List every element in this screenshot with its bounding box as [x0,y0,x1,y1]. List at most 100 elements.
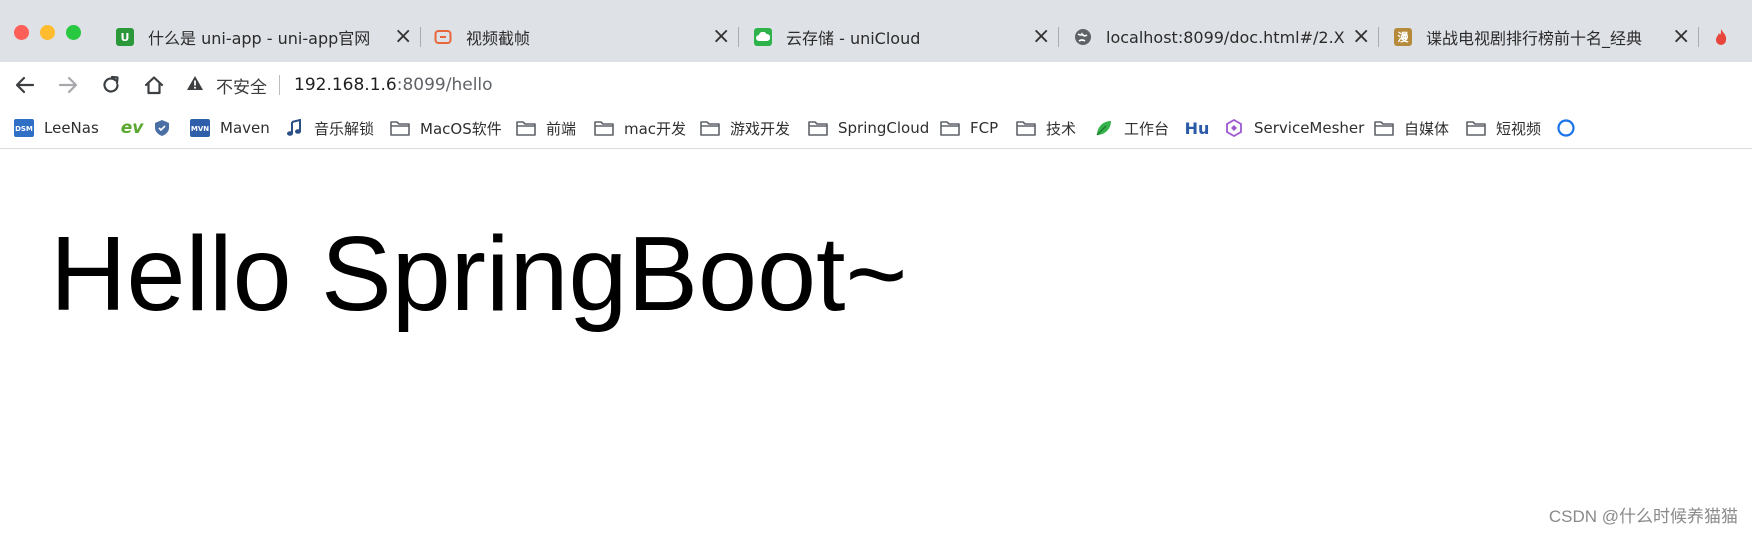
tab-title: 视频截帧 [466,29,531,48]
tab-title: 什么是 uni-app - uni-app官网 [148,29,371,48]
tab-drama-ranking[interactable]: 漫 谍战电视剧排行榜前十名_经典 × [1394,20,1690,54]
back-button[interactable] [11,71,39,99]
globe-icon [1074,28,1092,46]
close-icon[interactable]: × [1352,26,1370,48]
svg-text:MVN: MVN [191,125,209,133]
folder-icon [1374,119,1394,137]
address-bar[interactable]: 不安全 192.168.1.6:8099/hello [186,68,1746,102]
tab-separator [1698,27,1699,47]
leaf-icon [1094,119,1114,137]
tab-unicloud[interactable]: 云存储 - uniCloud × [754,20,1050,54]
close-icon[interactable]: × [1032,26,1050,48]
page-content: Hello SpringBoot~ CSDN @什么时候养猫猫 [0,149,1752,535]
browser-toolbar: 不安全 192.168.1.6:8099/hello [0,62,1752,108]
bookmark-label: Maven [220,119,270,137]
close-icon[interactable]: × [712,26,730,48]
tab-separator [420,27,421,47]
bookmarks-bar: DSM LeeNas ev MVN Maven 音乐解锁 MacOS软件 前端 … [0,108,1752,149]
bookmark-label: LeeNas [44,119,99,137]
omnibox-divider [279,75,280,95]
tab-partial[interactable] [1712,20,1752,54]
bookmark-hu[interactable]: Hu [1184,117,1220,139]
bookmark-label: 工作台 [1124,119,1170,138]
bookmark-mac-dev[interactable]: mac开发 [594,117,686,139]
url-path: :8099/hello [396,75,493,95]
tab-strip: U 什么是 uni-app - uni-app官网 × 视频截帧 × 云存储 -… [0,0,1752,62]
arrow-right-icon [58,76,78,94]
tab-separator [1378,27,1379,47]
folder-icon [940,119,960,137]
csdn-watermark: CSDN @什么时候养猫猫 [1548,507,1738,526]
bookmark-servicemesher[interactable]: ServiceMesher [1224,117,1364,139]
bookmark-workbench[interactable]: 工作台 [1094,117,1169,139]
shield-icon [152,119,172,137]
bookmark-label: 音乐解锁 [314,119,375,138]
bookmark-label: FCP [970,119,999,137]
uni-app-icon: U [116,28,134,46]
zoom-window-button[interactable] [66,25,81,40]
forward-button[interactable] [54,71,82,99]
close-icon[interactable]: × [394,26,412,48]
music-note-icon [284,119,304,137]
dsm-icon: DSM [14,119,34,137]
tab-separator [1058,27,1059,47]
minimize-window-button[interactable] [40,25,55,40]
bookmark-label: 短视频 [1496,119,1542,138]
bookmark-label: 前端 [546,119,577,138]
warning-icon[interactable] [186,75,204,96]
flame-icon [1712,28,1730,46]
bookmark-ev[interactable]: ev [120,117,152,139]
bookmark-fcp[interactable]: FCP [940,117,998,139]
hexagon-icon [1224,119,1244,137]
home-icon [144,76,164,95]
partial-circle-icon [1556,119,1576,137]
reload-icon [103,75,119,93]
bookmark-macos-software[interactable]: MacOS软件 [390,117,502,139]
close-window-button[interactable] [14,25,29,40]
bookmark-label: SpringCloud [838,119,930,137]
tab-video-frame[interactable]: 视频截帧 × [434,20,730,54]
folder-icon [594,119,614,137]
bookmark-partial[interactable] [1556,117,1586,139]
tab-separator [738,27,739,47]
unicloud-icon [754,28,772,46]
folder-icon [700,119,720,137]
bookmark-music-unlock[interactable]: 音乐解锁 [284,117,374,139]
folder-icon [390,119,410,137]
bookmark-label: mac开发 [624,119,687,138]
ev-icon: ev [120,118,144,138]
bookmark-self-media[interactable]: 自媒体 [1374,117,1449,139]
bookmark-frontend[interactable]: 前端 [516,117,576,139]
close-icon[interactable]: × [1672,26,1690,48]
bookmark-maven[interactable]: MVN Maven [190,117,270,139]
tab-localhost-doc[interactable]: localhost:8099/doc.html#/2.X × [1074,20,1370,54]
home-button[interactable] [140,71,168,99]
bookmark-tech[interactable]: 技术 [1016,117,1076,139]
arrow-left-icon [15,76,35,94]
hu-icon: Hu [1184,118,1210,138]
tab-uni-app[interactable]: U 什么是 uni-app - uni-app官网 × [116,20,412,54]
svg-text:DSM: DSM [15,125,33,133]
security-status-label[interactable]: 不安全 [216,73,267,98]
tab-title: localhost:8099/doc.html#/2.X [1106,27,1345,47]
url-host: 192.168.1.6 [294,75,397,95]
bookmark-shield[interactable] [152,117,182,139]
folder-icon [1016,119,1036,137]
folder-icon [1466,119,1486,137]
bookmark-springcloud[interactable]: SpringCloud [808,117,929,139]
tab-title: 云存储 - uniCloud [786,29,921,48]
bookmark-leenas[interactable]: DSM LeeNas [14,117,99,139]
video-frame-icon [434,28,452,46]
mvn-icon: MVN [190,119,210,137]
folder-icon [808,119,828,137]
bookmark-label: ServiceMesher [1254,119,1365,137]
bookmark-game-dev[interactable]: 游戏开发 [700,117,790,139]
bookmark-label: 自媒体 [1404,119,1450,138]
tab-title: 谍战电视剧排行榜前十名_经典 [1426,29,1643,48]
page-heading: Hello SpringBoot~ [50,215,908,333]
bookmark-short-video[interactable]: 短视频 [1466,117,1541,139]
bookmark-label: MacOS软件 [420,119,502,138]
browser-window: U 什么是 uni-app - uni-app官网 × 视频截帧 × 云存储 -… [0,0,1752,535]
reload-button[interactable] [97,71,125,99]
bookmark-label: 游戏开发 [730,119,791,138]
